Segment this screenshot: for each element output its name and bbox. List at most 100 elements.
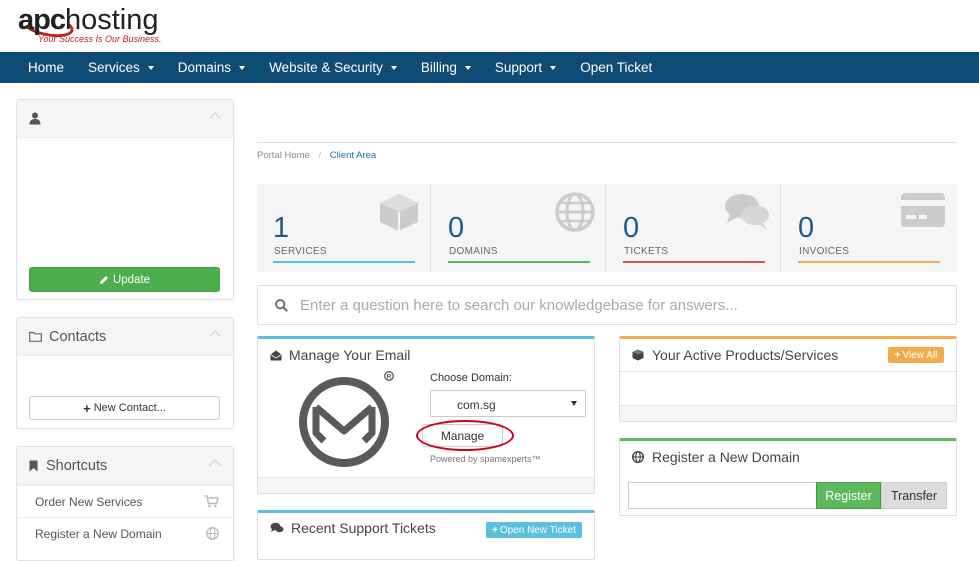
spamexperts-logo: R [299,371,394,467]
pencil-icon [99,275,108,284]
tile-invoices[interactable]: 0 INVOICES [782,184,956,272]
shortcut-order-new-services[interactable]: Order New Services [17,485,233,517]
caret-down-icon [390,65,397,70]
nav-services[interactable]: Services [76,52,166,83]
cart-icon [204,495,219,508]
nav-label: Home [28,60,65,75]
nav-support[interactable]: Support [483,52,568,83]
tile-services[interactable]: 1 SERVICES [257,184,431,272]
caret-down-icon [239,65,246,70]
credit-card-icon [901,193,945,227]
nav-home[interactable]: Home [16,52,76,83]
choose-domain-label: Choose Domain: [430,372,512,384]
envelope-open-icon [270,350,282,360]
open-new-ticket-button[interactable]: + Open New Ticket [486,522,582,538]
invoices-label: INVOICES [799,246,850,257]
bookmark-icon [29,460,38,471]
tile-domains[interactable]: 0 DOMAINS [432,184,606,272]
header: apchosting Your Success Is Our Business. [0,0,979,52]
user-icon [29,112,41,125]
products-panel-title: Your Active Products/Services [632,347,838,363]
shortcuts-title: Shortcuts [46,457,108,474]
tile-tickets[interactable]: 0 TICKETS [607,184,781,272]
tickets-title-text: Recent Support Tickets [291,520,436,536]
caret-down-icon [464,65,471,70]
view-all-button[interactable]: + View All [888,347,944,363]
nav-label: Website & Security [269,60,383,75]
nav-billing[interactable]: Billing [409,52,483,83]
caret-down-icon [147,65,154,70]
plus-icon: + [492,524,498,536]
main-nav: Home Services Domains Website & Security… [0,52,979,83]
tickets-count: 0 [623,212,640,244]
services-bar [273,261,415,263]
transfer-label: Transfer [890,488,938,503]
tickets-label: TICKETS [624,246,669,257]
contacts-panel: Contacts + New Contact... [16,317,234,429]
shortcuts-panel-header[interactable]: Shortcuts [17,447,233,485]
nav-website-security[interactable]: Website & Security [257,52,409,83]
shortcut-register-domain[interactable]: Register a New Domain [17,517,233,549]
logo-text: apchosting [18,4,159,36]
logo-name-a: apc [18,4,66,36]
email-panel-footer [258,477,594,493]
register-title-text: Register a New Domain [652,449,800,465]
stats-tiles: 1 SERVICES 0 DOMAINS 0 TICKETS 0 INVOICE… [257,184,957,272]
globe-icon [632,451,644,463]
products-panel: Your Active Products/Services + View All [619,336,957,422]
email-panel: Manage Your Email R Choose Domain: com.s… [257,336,595,494]
cube-icon [380,194,418,231]
register-label: Register [825,488,872,503]
cube-icon [632,349,644,361]
nav-label: Open Ticket [580,60,653,75]
nav-label: Services [88,60,140,75]
tickets-bar [623,261,765,263]
caret-down-icon [550,65,557,70]
kb-search-input[interactable]: Enter a question here to search our know… [257,285,957,325]
profile-panel: Update [16,99,234,300]
search-placeholder: Enter a question here to search our know… [300,297,738,314]
powered-by-text: Powered by spamexperts™ [430,454,541,464]
email-panel-title-text: Manage Your Email [289,347,411,363]
contacts-title: Contacts [49,328,107,345]
nav-domains[interactable]: Domains [166,52,257,83]
comments-icon [725,194,769,229]
logo-tagline: Your Success Is Our Business. [38,34,162,44]
domain-select[interactable]: com.sg [430,390,586,417]
divider [257,142,957,143]
annotation-circle [416,420,514,451]
nav-open-ticket[interactable]: Open Ticket [568,52,664,83]
email-panel-title: Manage Your Email [270,347,410,363]
chevron-up-icon[interactable] [209,112,221,124]
chevron-up-icon[interactable] [209,330,221,342]
products-title-text: Your Active Products/Services [652,347,839,363]
update-button[interactable]: Update [29,267,220,292]
shortcut-label: Order New Services [35,494,143,509]
new-contact-button[interactable]: + New Contact... [29,396,220,420]
globe-icon [555,192,595,232]
select-caret-icon [571,401,577,406]
panel-divider [620,371,956,372]
breadcrumb: Portal Home / Client Area [257,150,376,161]
update-label: Update [112,273,151,286]
breadcrumb-current[interactable]: Client Area [330,150,376,161]
new-contact-label: New Contact... [93,402,166,414]
folder-icon [29,331,42,342]
transfer-button[interactable]: Transfer [881,482,947,509]
domain-search-input[interactable] [628,482,817,509]
contacts-panel-header[interactable]: Contacts [17,318,233,356]
register-domain-panel: Register a New Domain Register Transfer [619,438,957,516]
shortcut-label: Register a New Domain [35,526,162,541]
nav-label: Support [494,60,543,75]
services-count: 1 [273,212,290,244]
brand-logo[interactable]: apchosting Your Success Is Our Business. [18,4,178,44]
services-label: SERVICES [274,246,327,257]
chevron-up-icon[interactable] [209,459,221,471]
invoices-bar [798,261,940,263]
plus-icon: + [894,349,901,361]
profile-panel-header[interactable] [17,100,233,138]
breadcrumb-home[interactable]: Portal Home [257,150,310,161]
register-button[interactable]: Register [816,482,881,509]
view-all-label: View All [902,349,938,361]
register-panel-title: Register a New Domain [632,449,800,465]
